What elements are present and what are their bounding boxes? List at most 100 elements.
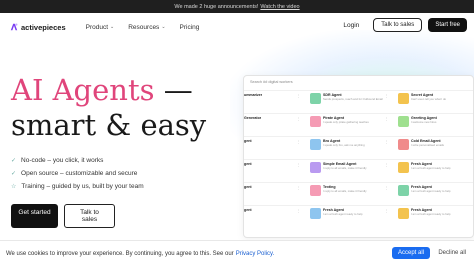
agent-card[interactable]: Texting I reply to all emails, make it fr… (306, 183, 394, 205)
feature-text: Open source – customizable and secure (21, 170, 138, 177)
agent-card[interactable]: ummarizer ⋮ (244, 91, 306, 113)
more-options-icon[interactable]: ⋮ (297, 209, 301, 213)
more-options-icon[interactable]: ⋮ (385, 140, 389, 144)
nav-resources[interactable]: Resources ⌄ (128, 24, 165, 31)
more-options-icon[interactable]: ⋮ (297, 140, 301, 144)
agent-card[interactable]: Fresh Agent I am a fresh agent ready to h… (394, 160, 473, 182)
decline-all-button[interactable]: Decline all (438, 250, 466, 256)
start-free-button[interactable]: Start free (428, 18, 467, 32)
agent-card[interactable]: Secret Agent Can't even tell you what I d… (394, 91, 473, 113)
agent-card[interactable]: Fresh Agent I am a fresh agent ready to h… (394, 206, 473, 228)
agent-description: I welcome new hires (411, 120, 437, 124)
agent-row: gent ⋮ Bro Agent I speak only bro, ask me a… (244, 136, 473, 159)
agent-card[interactable]: Pirate Agent I speak only pirate gatherin… (306, 114, 394, 136)
agent-avatar-icon (398, 93, 409, 104)
agent-avatar-icon (398, 208, 409, 219)
agent-card[interactable]: gent ⋮ (244, 206, 306, 228)
agent-name: ummarizer (244, 93, 263, 97)
agent-card[interactable]: Fresh Agent I am a fresh agent ready to h… (306, 206, 394, 228)
agents-search[interactable]: Search ## digital workers (244, 76, 473, 88)
feature-item: ✓ Open source – customizable and secure (11, 167, 144, 180)
cookie-banner: We use cookies to improve your experienc… (0, 240, 474, 266)
check-icon: ✓ (11, 171, 17, 177)
agent-text: gent (244, 185, 252, 203)
agent-text: ummarizer (244, 93, 262, 111)
talk-to-sales-button[interactable]: Talk to sales (373, 18, 423, 32)
agent-card[interactable]: gent ⋮ (244, 183, 306, 205)
nav-pricing-label: Pricing (179, 23, 200, 31)
agent-card[interactable]: gent ⋮ (244, 160, 306, 182)
agent-avatar-icon (310, 162, 321, 173)
agent-text: Cold Email Agent I write personalised ema… (411, 139, 444, 157)
agent-description: I am a fresh agent ready to help (411, 189, 451, 193)
more-options-icon[interactable]: ⋮ (297, 94, 301, 98)
agent-avatar-icon (398, 162, 409, 173)
agent-card[interactable]: Generator ⋮ (244, 114, 306, 136)
feature-item: ✓ No-code – you click, it works (11, 154, 144, 167)
agent-text: Secret Agent Can't even tell you what I d… (411, 93, 446, 111)
more-options-icon[interactable]: ⋮ (385, 163, 389, 167)
get-started-button[interactable]: Get started (11, 204, 58, 228)
cookie-text: We use cookies to improve your experienc… (6, 250, 234, 257)
agent-text: Simple Email Agent I reply to all emails,… (323, 162, 367, 180)
hero-talk-to-sales-button[interactable]: Talk to sales (64, 204, 115, 228)
agent-card[interactable]: SDR Agent Sends prospects, reach and for … (306, 91, 394, 113)
agent-avatar-icon (310, 139, 321, 150)
agents-grid: ummarizer ⋮ SDR Agent Sends prospects, reac… (244, 90, 473, 228)
star-icon: ☆ (11, 184, 17, 190)
more-options-icon[interactable]: ⋮ (385, 209, 389, 213)
more-options-icon[interactable]: ⋮ (297, 186, 301, 190)
agent-description: I speak only pirate gathering teaches (323, 120, 369, 124)
agent-description: I write personalised emails (411, 143, 444, 147)
more-options-icon[interactable]: ⋮ (385, 94, 389, 98)
privacy-policy-link[interactable]: Privacy Policy. (236, 251, 275, 257)
announcement-bar: We made 2 huge announcements! Watch the … (0, 0, 474, 13)
more-options-icon[interactable]: ⋮ (297, 163, 301, 167)
agent-row: ummarizer ⋮ SDR Agent Sends prospects, reac… (244, 90, 473, 113)
agent-text: Pirate Agent I speak only pirate gatherin… (323, 116, 369, 134)
agent-card[interactable]: Greeting AgentI welcome new hires⋮ (394, 114, 473, 136)
more-options-icon[interactable]: ⋮ (385, 117, 389, 121)
nav-product[interactable]: Product ⌄ (86, 24, 115, 31)
more-options-icon[interactable]: ⋮ (385, 186, 389, 190)
agent-card[interactable]: Bro Agent I speak only bro, ask me anythi… (306, 137, 394, 159)
agents-panel: Search ## digital workers ummarizer ⋮ SDR … (243, 75, 474, 238)
agent-text: gent (244, 139, 252, 157)
agent-description: Sends prospects, reach and for Outbound … (323, 97, 383, 101)
nav-actions: Login Talk to sales Start free (343, 18, 467, 32)
agent-card[interactable]: gent ⋮ (244, 137, 306, 159)
agent-name: gent (244, 139, 252, 143)
accept-all-button[interactable]: Accept all (391, 247, 430, 259)
agent-avatar-icon (310, 185, 321, 196)
agent-card[interactable]: Fresh Agent I am a fresh agent ready to h… (394, 183, 473, 205)
hero-title-line2: smart & easy (11, 108, 207, 142)
agent-text: gent (244, 208, 252, 226)
agent-text: Fresh Agent I am a fresh agent ready to h… (411, 162, 451, 180)
agent-description: I reply to all emails, make it friendly (323, 189, 367, 193)
agent-text: Greeting Agent I welcome new hires (411, 116, 437, 134)
logo-text: activepieces (21, 22, 66, 32)
agent-avatar-icon (310, 93, 321, 104)
agent-row: gent ⋮ Simple Email Agent I reply to all em… (244, 159, 473, 182)
agent-text: Bro Agent I speak only bro, ask me anythi… (323, 139, 365, 157)
agent-avatar-icon (310, 116, 321, 127)
agent-description: Can't even tell you what I do (411, 97, 447, 101)
hero-title-dash: — (154, 73, 193, 107)
hero-title: AI Agents — smart & easy (11, 73, 206, 143)
nav-resources-label: Resources (128, 23, 160, 31)
hero-title-accent: AI Agents (11, 73, 155, 107)
login-link[interactable]: Login (343, 22, 359, 29)
agent-text: Fresh Agent I am a fresh agent ready to h… (411, 208, 451, 226)
logo[interactable]: activepieces (10, 23, 66, 32)
nav-pricing[interactable]: Pricing (180, 24, 200, 31)
watch-video-link[interactable]: Watch the video (260, 4, 299, 10)
nav-product-label: Product (85, 23, 109, 31)
agent-card[interactable]: Cold Email Agent I write personalised ema… (394, 137, 473, 159)
agent-name: gent (244, 185, 252, 189)
agent-row: Generator ⋮ Pirate Agent I speak only pirat… (244, 113, 473, 136)
feature-item: ☆ Training – guided by us, built by your… (11, 180, 144, 193)
agent-row: gent ⋮ Fresh Agent I am a fresh agent ready… (244, 205, 473, 228)
agent-card[interactable]: Simple Email Agent I reply to all emails,… (306, 160, 394, 182)
chevron-down-icon: ⌄ (110, 24, 115, 30)
more-options-icon[interactable]: ⋮ (297, 117, 301, 121)
